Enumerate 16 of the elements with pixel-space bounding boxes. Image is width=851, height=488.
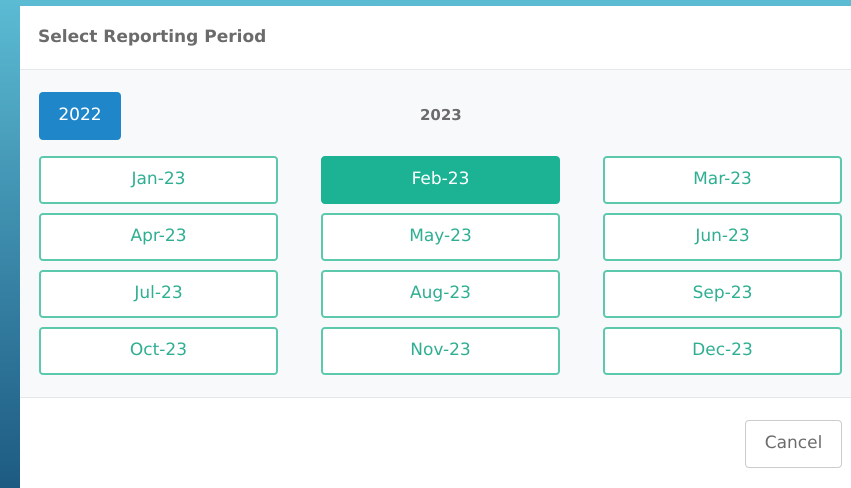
- month-button[interactable]: Feb-23: [321, 156, 560, 204]
- month-button[interactable]: Nov-23: [321, 327, 560, 375]
- month-button[interactable]: Jun-23: [603, 213, 842, 261]
- year-label: 2023: [420, 105, 462, 126]
- month-button[interactable]: Aug-23: [321, 270, 560, 318]
- month-button[interactable]: Jul-23: [39, 270, 278, 318]
- month-button[interactable]: Dec-23: [603, 327, 842, 375]
- month-button[interactable]: Apr-23: [39, 213, 278, 261]
- month-button[interactable]: Oct-23: [39, 327, 278, 375]
- month-button[interactable]: Sep-23: [603, 270, 842, 318]
- month-button[interactable]: Mar-23: [603, 156, 842, 204]
- month-button[interactable]: Jan-23: [39, 156, 278, 204]
- cancel-button[interactable]: Cancel: [745, 420, 842, 468]
- month-button[interactable]: May-23: [321, 213, 560, 261]
- dialog-title: Select Reporting Period: [38, 26, 266, 49]
- year-button[interactable]: 2022: [39, 92, 121, 140]
